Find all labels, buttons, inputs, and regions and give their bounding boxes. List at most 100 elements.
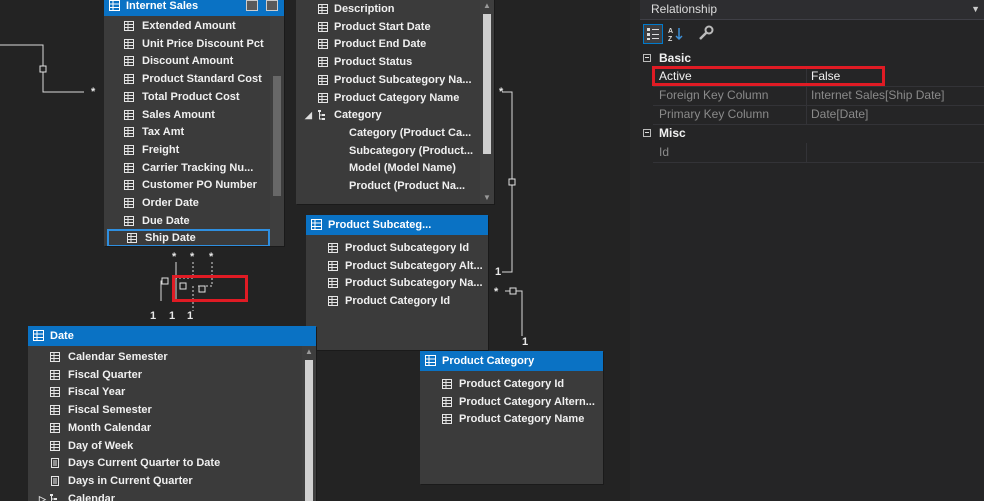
vertical-scrollbar[interactable]: ▲ [302,346,316,501]
field-row[interactable]: Day of Week [28,437,302,455]
field-row[interactable]: Due Date [104,212,270,230]
field-row[interactable]: Extended Amount [104,17,270,35]
field-name: Due Date [142,214,190,227]
field-row[interactable]: Description [296,0,480,18]
collapse-icon[interactable] [643,129,651,137]
table-date[interactable]: Date Calendar Semester Fiscal Quarter Fisc… [28,326,316,501]
field-row[interactable]: Product Subcategory Id [306,239,488,257]
maximize-icon[interactable] [246,0,258,11]
properties-toolbar: AZ [640,22,984,46]
field-row[interactable]: Product Category Id [306,292,488,310]
field-row[interactable]: Tax Amt [104,123,270,141]
field-row[interactable]: Customer PO Number [104,176,270,194]
field-name: Subcategory (Product... [349,144,474,157]
field-row[interactable]: Category (Product Ca... [296,124,480,142]
property-name: Id [659,145,670,159]
field-row[interactable]: Product Subcategory Alt... [306,257,488,275]
table-product-category[interactable]: Product Category Product Category Id Prod… [420,351,603,484]
diagram-canvas[interactable]: * * 1 * 1 * * * 1 1 1 Internet Sales Ext… [0,0,630,501]
collapse-icon[interactable] [643,54,651,62]
field-list: Description Product Start Date Product End… [296,0,480,204]
restore-icon[interactable] [266,0,278,11]
vertical-scrollbar[interactable] [270,16,284,246]
field-row[interactable]: Days in Current Quarter [28,472,302,490]
expand-icon[interactable]: ▷ [39,490,46,501]
property-pages-icon[interactable] [696,24,716,44]
field-row[interactable]: Product Category Id [420,375,603,393]
column-icon [318,39,328,50]
table-header[interactable]: Date [28,326,316,346]
field-row[interactable]: Product (Product Na... [296,177,480,195]
field-row[interactable]: Fiscal Semester [28,401,302,419]
field-row[interactable]: Freight [104,141,270,159]
field-row[interactable]: Category ◢ [296,106,480,124]
field-name: Category (Product Ca... [349,126,472,139]
property-row[interactable]: Id [653,143,984,163]
calculated-column-icon [51,475,59,486]
property-row[interactable]: Primary Key Column Date[Date] [653,105,984,125]
field-row[interactable]: Product Category Name [420,410,603,428]
field-row[interactable]: Model (Model Name) [296,159,480,177]
field-row[interactable]: Subcategory (Product... [296,142,480,160]
chevron-down-icon[interactable]: ▼ [971,0,980,18]
splitter[interactable] [630,0,640,501]
field-row[interactable]: Product Category Name [296,89,480,107]
column-icon [50,440,60,451]
field-name: Product (Product Na... [349,180,466,192]
field-row[interactable]: Month Calendar [28,419,302,437]
property-category[interactable]: Misc [640,124,984,142]
column-icon [127,233,137,244]
field-row[interactable]: Days Current Quarter to Date [28,454,302,472]
field-list: Extended Amount Unit Price Discount Pct Di… [104,16,270,246]
column-icon [124,144,134,155]
field-row[interactable]: Product Standard Cost [104,70,270,88]
field-row[interactable]: Discount Amount [104,52,270,70]
field-row[interactable]: Fiscal Year [28,383,302,401]
field-name: Product Subcategory Na... [345,277,483,290]
field-row[interactable]: Product End Date [296,35,480,53]
field-row[interactable]: Product Subcategory Na... [296,71,480,89]
field-row[interactable]: Order Date [104,194,270,212]
categorized-icon[interactable] [643,24,663,44]
field-name: Calendar Semester [68,351,168,363]
field-row[interactable]: Fiscal Quarter [28,366,302,384]
field-row[interactable]: Unit Price Discount Pct [104,35,270,53]
property-category[interactable]: Basic [640,49,984,67]
column-icon [442,396,452,407]
field-name: Description [334,3,395,15]
table-title: Product Category [442,355,535,367]
field-row[interactable]: Product Category Altern... [420,393,603,411]
property-value[interactable]: Internet Sales[Ship Date] [811,86,944,105]
table-internet-sales[interactable]: Internet Sales Extended Amount Unit Price… [104,0,284,246]
field-list: Product Category Id Product Category Alte… [420,371,603,484]
alphabetical-icon[interactable]: AZ [666,24,686,44]
hierarchy-icon [50,493,57,501]
table-header[interactable]: Internet Sales [104,0,284,16]
field-row[interactable]: Sales Amount [104,106,270,124]
table-product-subcategory[interactable]: Product Subcateg... Product Subcategory … [306,215,488,350]
field-row[interactable]: Product Status [296,53,480,71]
collapse-icon[interactable]: ◢ [305,106,312,124]
field-row[interactable]: Total Product Cost [104,88,270,106]
table-product[interactable]: Description Product Start Date Product End… [296,0,494,204]
field-row[interactable]: Product Subcategory Na... [306,274,488,292]
table-header[interactable]: Product Category [420,351,603,371]
property-row[interactable]: Foreign Key Column Internet Sales[Ship Da… [653,86,984,106]
field-name: Product Category Name [459,413,585,426]
properties-header[interactable]: Relationship ▼ [640,0,984,20]
property-value[interactable]: Date[Date] [811,105,868,124]
field-row[interactable]: Ship Date [107,229,270,246]
highlight-active-property [652,66,885,86]
field-row[interactable]: Calendar Semester [28,348,302,366]
field-row[interactable]: Carrier Tracking Nu... [104,159,270,177]
table-header[interactable]: Product Subcateg... [306,215,488,235]
vertical-scrollbar[interactable]: ▲ ▼ [480,0,494,204]
field-row[interactable]: ▷ Calendar [28,490,302,501]
column-icon [124,162,134,173]
field-name: Tax Amt [142,126,185,139]
field-name: Sales Amount [142,108,215,121]
column-icon [318,92,328,103]
column-icon [318,21,328,32]
field-row[interactable]: Product Start Date [296,18,480,36]
field-name: Extended Amount [142,20,236,32]
